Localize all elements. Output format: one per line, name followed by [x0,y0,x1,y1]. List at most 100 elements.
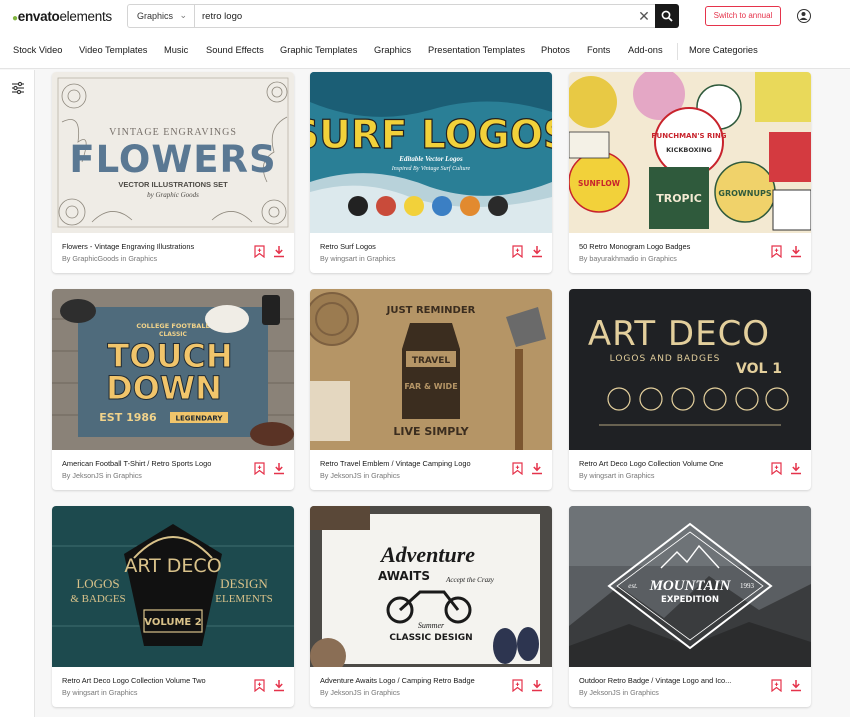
item-author[interactable]: By wingsart in Graphics [579,471,764,480]
item-title[interactable]: Retro Surf Logos [320,242,505,251]
nav-photos[interactable]: Photos [541,45,570,55]
nav-more-categories[interactable]: More Categories [689,45,758,55]
envato-elements-logo[interactable]: ●envatoelements [12,9,112,24]
nav-add-ons[interactable]: Add-ons [628,45,663,55]
switch-to-annual-button[interactable]: Switch to annual [705,6,781,26]
nav-graphic-templates[interactable]: Graphic Templates [280,45,357,55]
item-title[interactable]: 50 Retro Monogram Logo Badges [579,242,764,251]
item-thumbnail[interactable]: PUNCHMAN'S RING KICKBOXING TROPIC GROWNU… [569,72,811,233]
svg-text:LOGOS: LOGOS [76,576,119,591]
svg-text:by Graphic Goods: by Graphic Goods [147,191,199,199]
search-bar: Graphics ⌄ ✕ [127,4,679,28]
svg-text:Summer: Summer [418,621,445,630]
svg-text:SURF LOGOS: SURF LOGOS [310,113,552,158]
download-icon[interactable] [273,462,285,475]
item-thumbnail[interactable]: JUST REMINDER TRAVEL FAR & WIDE LIVE SIM… [310,289,552,450]
item-card[interactable]: COLLEGE FOOTBALL CLASSIC TOUCH DOWN EST … [52,289,294,490]
nav-divider [677,43,678,60]
svg-text:GROWNUPS: GROWNUPS [718,189,771,198]
item-title[interactable]: Retro Travel Emblem / Vintage Camping Lo… [320,459,505,468]
item-thumbnail[interactable]: VINTAGE ENGRAVINGS FLOWERS VECTOR ILLUST… [52,72,294,233]
item-title[interactable]: Flowers - Vintage Engraving Illustration… [62,242,247,251]
bookmark-icon[interactable] [254,245,265,258]
svg-text:DESIGN: DESIGN [220,576,268,591]
download-icon[interactable] [273,679,285,692]
item-author[interactable]: By wingsart in Graphics [62,688,247,697]
filter-sliders-icon[interactable] [11,81,25,95]
bookmark-icon[interactable] [512,245,523,258]
svg-text:CLASSIC DESIGN: CLASSIC DESIGN [389,633,472,643]
svg-text:LIVE SIMPLY: LIVE SIMPLY [393,425,469,438]
bookmark-icon[interactable] [771,679,782,692]
item-thumbnail[interactable]: Adventure AWAITS Accept the Crazy Summer… [310,506,552,667]
item-author[interactable]: By wingsart in Graphics [320,254,505,263]
item-thumbnail[interactable]: COLLEGE FOOTBALL CLASSIC TOUCH DOWN EST … [52,289,294,450]
svg-text:FAR & WIDE: FAR & WIDE [404,382,457,391]
nav-presentation-templates[interactable]: Presentation Templates [428,45,525,55]
svg-text:est.: est. [628,582,638,590]
category-dropdown[interactable]: Graphics ⌄ [128,5,195,27]
item-card[interactable]: SURF LOGOS Editable Vector Logos Inspire… [310,72,552,273]
item-card[interactable]: JUST REMINDER TRAVEL FAR & WIDE LIVE SIM… [310,289,552,490]
bookmark-icon[interactable] [254,462,265,475]
bookmark-icon[interactable] [512,462,523,475]
bookmark-icon[interactable] [771,462,782,475]
search-input[interactable] [196,5,636,27]
svg-text:MOUNTAIN: MOUNTAIN [649,578,732,594]
filter-sidebar [0,70,35,717]
nav-video-templates[interactable]: Video Templates [79,45,147,55]
item-card[interactable]: ART DECO LOGOS AND BADGES VOL 1 Retro Ar… [569,289,811,490]
item-author[interactable]: By GraphicGoods in Graphics [62,254,247,263]
bookmark-icon[interactable] [512,679,523,692]
download-icon[interactable] [790,679,802,692]
download-icon[interactable] [790,245,802,258]
download-icon[interactable] [273,245,285,258]
item-thumbnail[interactable]: ART DECO VOLUME 2 LOGOS & BADGES DESIGN … [52,506,294,667]
nav-stock-video[interactable]: Stock Video [13,45,62,55]
item-author[interactable]: By JeksonJS in Graphics [62,471,247,480]
item-title[interactable]: American Football T-Shirt / Retro Sports… [62,459,247,468]
item-thumbnail[interactable]: SURF LOGOS Editable Vector Logos Inspire… [310,72,552,233]
svg-text:COLLEGE FOOTBALL: COLLEGE FOOTBALL [136,322,209,330]
nav-music[interactable]: Music [164,45,188,55]
user-icon[interactable] [797,9,811,23]
svg-text:ELEMENTS: ELEMENTS [215,593,272,605]
item-author[interactable]: By bayurakhmadio in Graphics [579,254,764,263]
item-author[interactable]: By JeksonJS in Graphics [579,688,764,697]
item-card[interactable]: PUNCHMAN'S RING KICKBOXING TROPIC GROWNU… [569,72,811,273]
item-card[interactable]: VINTAGE ENGRAVINGS FLOWERS VECTOR ILLUST… [52,72,294,273]
nav-fonts[interactable]: Fonts [587,45,610,55]
svg-text:TRAVEL: TRAVEL [412,356,451,366]
svg-text:VECTOR ILLUSTRATIONS SET: VECTOR ILLUSTRATIONS SET [118,180,228,189]
chevron-down-icon: ⌄ [179,10,187,20]
svg-text:1993: 1993 [740,582,755,590]
nav-sound-effects[interactable]: Sound Effects [206,45,264,55]
close-icon[interactable]: ✕ [636,8,652,24]
category-nav: Stock Video Video Templates Music Sound … [0,33,850,69]
download-icon[interactable] [790,462,802,475]
item-author[interactable]: By JeksonJS in Graphics [320,688,505,697]
item-thumbnail[interactable]: ART DECO LOGOS AND BADGES VOL 1 [569,289,811,450]
item-title[interactable]: Outdoor Retro Badge / Vintage Logo and I… [579,676,764,685]
item-author[interactable]: By JeksonJS in Graphics [320,471,505,480]
svg-text:KICKBOXING: KICKBOXING [666,146,712,154]
nav-graphics[interactable]: Graphics [374,45,411,55]
item-title[interactable]: Retro Art Deco Logo Collection Volume On… [579,459,764,468]
svg-text:AWAITS: AWAITS [378,569,430,583]
svg-text:EST 1986: EST 1986 [99,411,157,424]
search-button[interactable] [655,4,679,28]
download-icon[interactable] [531,245,543,258]
item-title[interactable]: Retro Art Deco Logo Collection Volume Tw… [62,676,247,685]
item-card[interactable]: MOUNTAIN EXPEDITION est. 1993 Outdoor Re… [569,506,811,707]
svg-text:DOWN: DOWN [106,369,222,407]
item-thumbnail[interactable]: MOUNTAIN EXPEDITION est. 1993 [569,506,811,667]
item-title[interactable]: Adventure Awaits Logo / Camping Retro Ba… [320,676,505,685]
svg-text:JUST REMINDER: JUST REMINDER [386,305,476,316]
bookmark-icon[interactable] [771,245,782,258]
bookmark-icon[interactable] [254,679,265,692]
top-bar: ●envatoelements Graphics ⌄ ✕ Switch to a… [0,0,850,33]
download-icon[interactable] [531,462,543,475]
download-icon[interactable] [531,679,543,692]
item-card[interactable]: Adventure AWAITS Accept the Crazy Summer… [310,506,552,707]
item-card[interactable]: ART DECO VOLUME 2 LOGOS & BADGES DESIGN … [52,506,294,707]
